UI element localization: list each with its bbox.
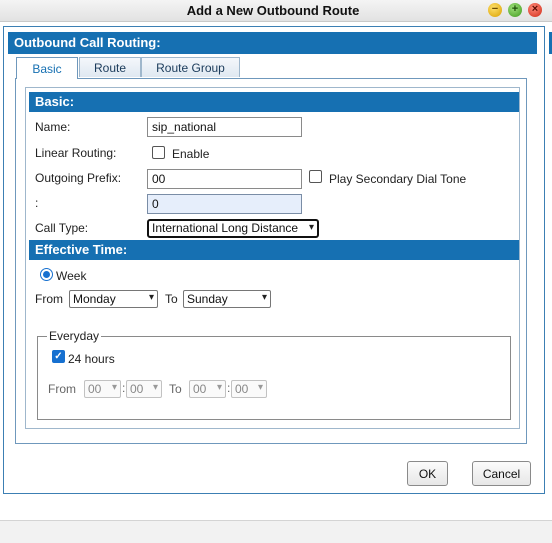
cancel-button[interactable]: Cancel [472,461,531,486]
week-to-label: To [165,292,178,306]
maximize-icon[interactable]: + [508,3,522,17]
tab-basic[interactable]: Basic [16,57,78,79]
tab-route-group[interactable]: Route Group [141,57,240,77]
week-to-select[interactable]: Sunday ▾ [183,290,271,308]
name-label: Name: [35,120,71,134]
outgoing-prefix-label: Outgoing Prefix: [35,171,122,185]
secondary-dial-tone-label: Play Secondary Dial Tone [329,172,467,186]
time-from-hour-value: 00 [88,382,102,396]
time-from-minute-select[interactable]: 00 ▾ [126,380,162,398]
call-type-select[interactable]: International Long Distance ▾ [147,219,319,238]
chevron-down-icon: ▾ [261,292,267,303]
time-to-separator: : [227,381,231,395]
basic-section-header: Basic: [29,92,519,112]
all-day-label: 24 hours [68,352,115,366]
time-to-minute-value: 00 [235,382,249,396]
effective-time-header: Effective Time: [29,240,519,260]
linear-routing-checkbox[interactable] [152,146,165,159]
everyday-legend: Everyday [47,329,102,343]
chevron-down-icon: ▾ [152,382,158,393]
week-from-select[interactable]: Monday ▾ [69,290,158,308]
close-icon[interactable]: × [528,3,542,17]
all-day-checkbox[interactable]: ✓ [52,350,65,363]
time-from-label: From [48,382,76,396]
time-to-label: To [169,382,182,396]
unlabeled-field-label: : [35,196,39,210]
week-from-value: Monday [73,292,116,306]
outgoing-prefix-input[interactable]: 00 [147,169,302,189]
name-input[interactable]: sip_national [147,117,302,137]
tab-route[interactable]: Route [79,57,141,77]
unlabeled-field-input[interactable]: 0 [147,194,302,214]
time-to-hour-value: 00 [193,382,207,396]
call-type-value: International Long Distance [152,221,299,235]
everyday-fieldset [37,336,511,420]
footer-strip [0,520,552,543]
ok-button[interactable]: OK [407,461,448,486]
week-radio[interactable] [40,268,53,281]
minimize-icon[interactable]: − [488,3,502,17]
linear-routing-option-label: Enable [172,147,210,161]
time-from-minute-value: 00 [130,382,144,396]
time-to-minute-select[interactable]: 00 ▾ [231,380,267,398]
window-title: Add a New Outbound Route [186,3,360,18]
week-to-value: Sunday [187,292,228,306]
chevron-down-icon: ▾ [257,382,263,393]
week-from-label: From [35,292,63,306]
chevron-down-icon: ▾ [111,382,117,393]
secondary-dial-tone-checkbox[interactable] [309,170,322,183]
week-label: Week [56,269,87,283]
linear-routing-label: Linear Routing: [35,146,117,160]
call-type-label: Call Type: [35,221,89,235]
time-from-hour-select[interactable]: 00 ▾ [84,380,121,398]
chevron-down-icon: ▾ [216,382,222,393]
time-from-separator: : [122,381,126,395]
section-header: Outbound Call Routing: [8,32,537,54]
chevron-down-icon: ▾ [308,222,314,233]
time-to-hour-select[interactable]: 00 ▾ [189,380,226,398]
chevron-down-icon: ▾ [148,292,154,303]
